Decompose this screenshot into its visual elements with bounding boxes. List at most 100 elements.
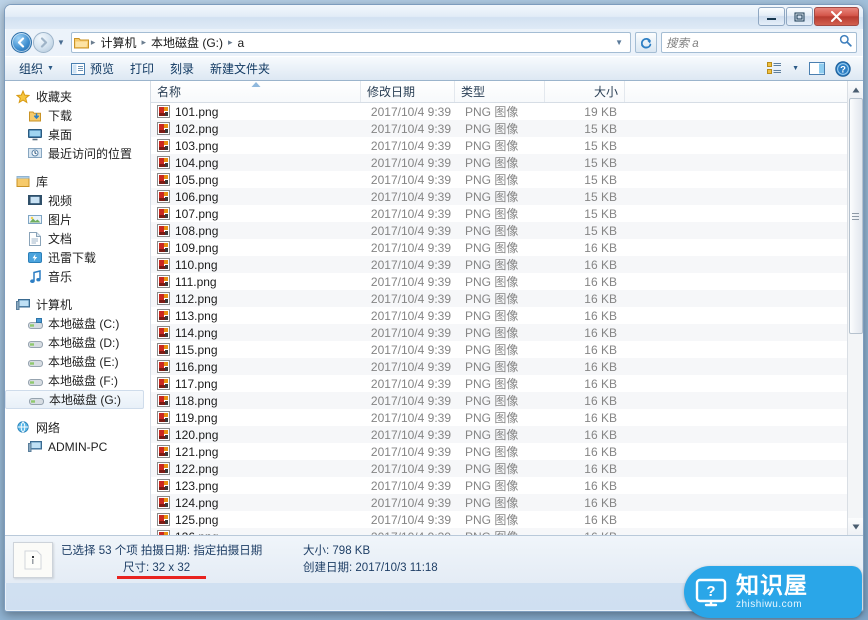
table-row[interactable]: 102.png 2017/10/4 9:39 PNG 图像 15 KB — [151, 120, 847, 137]
sidebar-item-drive-d[interactable]: 本地磁盘 (D:) — [5, 333, 150, 352]
table-row[interactable]: 101.png 2017/10/4 9:39 PNG 图像 19 KB — [151, 103, 847, 120]
search-icon[interactable] — [839, 34, 852, 52]
sidebar-item-admin-pc[interactable]: ADMIN-PC — [5, 437, 150, 456]
file-name-label: 108.png — [175, 223, 219, 238]
file-type-cell: PNG 图像 — [465, 139, 519, 153]
file-type-cell: PNG 图像 — [465, 411, 519, 425]
table-row[interactable]: 122.png 2017/10/4 9:39 PNG 图像 16 KB — [151, 460, 847, 477]
table-row[interactable]: 119.png 2017/10/4 9:39 PNG 图像 16 KB — [151, 409, 847, 426]
file-name-label: 113.png — [175, 308, 218, 323]
view-dropdown-icon[interactable]: ▼ — [788, 63, 803, 74]
maximize-button[interactable] — [786, 7, 813, 26]
table-row[interactable]: 110.png 2017/10/4 9:39 PNG 图像 16 KB — [151, 256, 847, 273]
column-header-name[interactable]: 名称 — [151, 81, 361, 102]
breadcrumb-dropdown-icon[interactable]: ▼ — [610, 38, 628, 47]
file-size-cell: 15 KB — [584, 206, 617, 221]
breadcrumb-computer[interactable]: 计算机 — [96, 33, 140, 52]
table-row[interactable]: 109.png 2017/10/4 9:39 PNG 图像 16 KB — [151, 239, 847, 256]
sidebar-item-recent-places[interactable]: 最近访问的位置 — [5, 144, 150, 163]
table-row[interactable]: 103.png 2017/10/4 9:39 PNG 图像 15 KB — [151, 137, 847, 154]
file-size-cell: 15 KB — [584, 121, 617, 136]
table-row[interactable]: 115.png 2017/10/4 9:39 PNG 图像 16 KB — [151, 341, 847, 358]
forward-button[interactable] — [33, 32, 54, 53]
table-row[interactable]: 118.png 2017/10/4 9:39 PNG 图像 16 KB — [151, 392, 847, 409]
sidebar-item-desktop[interactable]: 桌面 — [5, 125, 150, 144]
sidebar-item-network[interactable]: 网络 — [5, 418, 150, 437]
sidebar-item-computer[interactable]: 计算机 — [5, 295, 150, 314]
desktop-icon — [27, 127, 43, 143]
sidebar-item-favorites[interactable]: 收藏夹 — [5, 87, 150, 106]
sidebar-item-thunder-download[interactable]: 迅雷下载 — [5, 248, 150, 267]
table-row[interactable]: 120.png 2017/10/4 9:39 PNG 图像 16 KB — [151, 426, 847, 443]
table-row[interactable]: 105.png 2017/10/4 9:39 PNG 图像 15 KB — [151, 171, 847, 188]
sidebar-item-documents[interactable]: 文档 — [5, 229, 150, 248]
table-row[interactable]: 121.png 2017/10/4 9:39 PNG 图像 16 KB — [151, 443, 847, 460]
breadcrumb[interactable]: ▸ 计算机 ▸ 本地磁盘 (G:) ▸ a ▼ — [70, 32, 631, 53]
scroll-down-button[interactable] — [847, 518, 863, 535]
sidebar-label-computer: 计算机 — [36, 298, 73, 312]
file-name-cell: 118.png — [151, 394, 361, 408]
preview-pane-icon[interactable] — [805, 60, 829, 77]
print-button[interactable]: 打印 — [122, 58, 162, 79]
sidebar-item-libraries[interactable]: 库 — [5, 172, 150, 191]
organize-button[interactable]: 组织 ▼ — [11, 58, 62, 79]
table-row[interactable]: 112.png 2017/10/4 9:39 PNG 图像 16 KB — [151, 290, 847, 307]
search-input[interactable]: 搜索 a — [661, 32, 857, 53]
sidebar-item-drive-e[interactable]: 本地磁盘 (E:) — [5, 352, 150, 371]
dimensions-highlight-underline — [117, 575, 207, 579]
status-created-value: 2017/10/3 11:18 — [355, 561, 438, 574]
view-mode-icon[interactable] — [763, 60, 786, 77]
scroll-up-button[interactable] — [847, 81, 863, 98]
column-header-date-modified[interactable]: 修改日期 — [361, 81, 455, 102]
table-row[interactable]: 106.png 2017/10/4 9:39 PNG 图像 15 KB — [151, 188, 847, 205]
drive-icon — [27, 335, 43, 351]
file-type-cell: PNG 图像 — [465, 343, 519, 357]
column-label-size: 大小 — [593, 85, 618, 99]
table-row[interactable]: 108.png 2017/10/4 9:39 PNG 图像 15 KB — [151, 222, 847, 239]
refresh-button[interactable] — [635, 32, 657, 53]
table-row[interactable]: 124.png 2017/10/4 9:39 PNG 图像 16 KB — [151, 494, 847, 511]
sidebar-item-videos[interactable]: 视频 — [5, 191, 150, 210]
table-row[interactable]: 104.png 2017/10/4 9:39 PNG 图像 15 KB — [151, 154, 847, 171]
breadcrumb-drive-g[interactable]: 本地磁盘 (G:) — [147, 33, 227, 52]
table-row[interactable]: 117.png 2017/10/4 9:39 PNG 图像 16 KB — [151, 375, 847, 392]
scrollbar-thumb[interactable] — [848, 98, 863, 334]
column-header-size[interactable]: 大小 — [545, 81, 625, 102]
close-button[interactable] — [814, 7, 859, 26]
sidebar-item-drive-f[interactable]: 本地磁盘 (F:) — [5, 371, 150, 390]
png-thumbnail-icon — [157, 445, 170, 458]
sidebar-item-drive-c[interactable]: 本地磁盘 (C:) — [5, 314, 150, 333]
file-list[interactable]: 101.png 2017/10/4 9:39 PNG 图像 19 KB 102.png 2… — [151, 103, 847, 535]
help-icon[interactable]: ? — [831, 59, 855, 79]
file-date-cell: 2017/10/4 9:39 — [370, 495, 451, 510]
sidebar-item-drive-g[interactable]: 本地磁盘 (G:) — [5, 390, 144, 409]
column-header-type[interactable]: 类型 — [455, 81, 545, 102]
sidebar-item-music[interactable]: 音乐 — [5, 267, 150, 286]
scrollbar-track[interactable] — [847, 98, 863, 518]
breadcrumb-folder-a[interactable]: a — [234, 35, 249, 51]
back-button[interactable] — [11, 32, 32, 53]
status-selected-prefix: 已选择 — [61, 544, 96, 557]
file-name-label: 106.png — [175, 189, 219, 204]
table-row[interactable]: 111.png 2017/10/4 9:39 PNG 图像 16 KB — [151, 273, 847, 290]
sidebar-item-pictures[interactable]: 图片 — [5, 210, 150, 229]
burn-button[interactable]: 刻录 — [162, 58, 202, 79]
minimize-button[interactable] — [758, 7, 785, 26]
sidebar-item-downloads[interactable]: 下载 — [5, 106, 150, 125]
history-dropdown-icon[interactable]: ▼ — [55, 38, 67, 47]
table-row[interactable]: 126.png2017/10/4 9:39PNG 图像16 KB — [151, 528, 847, 535]
new-folder-button[interactable]: 新建文件夹 — [202, 58, 278, 79]
navigation-pane[interactable]: 收藏夹 下载 桌面 最近访问的位置 库 视频 图片 文档 迅雷下载 音乐 计算机… — [5, 81, 151, 535]
computer-icon — [15, 297, 31, 313]
vertical-scrollbar[interactable] — [847, 81, 863, 535]
table-row[interactable]: 116.png 2017/10/4 9:39 PNG 图像 16 KB — [151, 358, 847, 375]
table-row[interactable]: 125.png 2017/10/4 9:39 PNG 图像 16 KB — [151, 511, 847, 528]
table-row[interactable]: 107.png 2017/10/4 9:39 PNG 图像 15 KB — [151, 205, 847, 222]
file-name-cell: 112.png — [151, 292, 361, 306]
file-size-cell: 16 KB — [584, 359, 617, 374]
status-date-taken-value[interactable]: 指定拍摄日期 — [193, 545, 262, 557]
table-row[interactable]: 114.png 2017/10/4 9:39 PNG 图像 16 KB — [151, 324, 847, 341]
table-row[interactable]: 113.png 2017/10/4 9:39 PNG 图像 16 KB — [151, 307, 847, 324]
preview-button[interactable]: 预览 — [62, 58, 122, 79]
table-row[interactable]: 123.png 2017/10/4 9:39 PNG 图像 16 KB — [151, 477, 847, 494]
